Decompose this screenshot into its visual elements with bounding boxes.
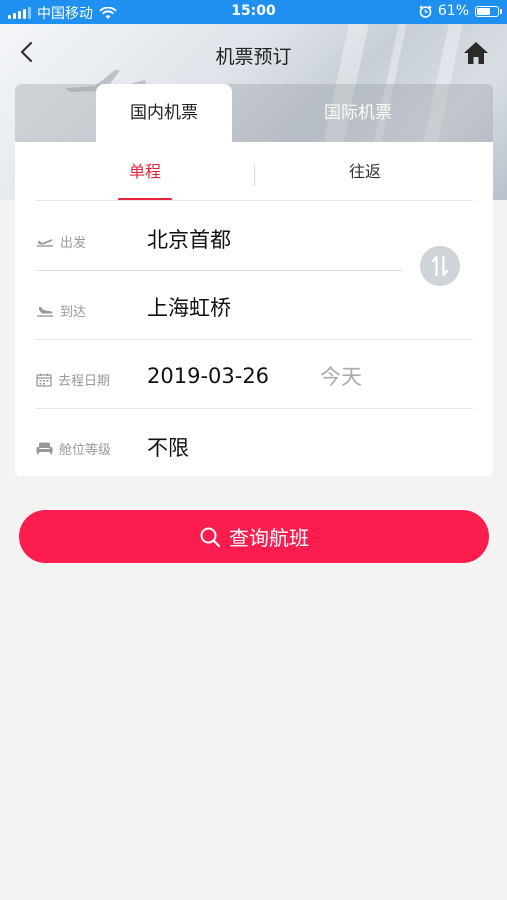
divider — [36, 339, 473, 340]
booking-card: 单程 往返 出发 北京首都 到达 上海虹桥 去程日期 2019-03-26 今天… — [15, 142, 493, 476]
search-icon — [200, 527, 221, 547]
departure-city[interactable]: 北京首都 — [147, 224, 231, 254]
status-bar: 中国移动 15:00 61% — [0, 0, 507, 24]
search-button-label: 查询航班 — [229, 526, 309, 550]
home-icon[interactable] — [463, 41, 489, 65]
today-indicator: 今天 — [320, 365, 362, 389]
flight-type-tabs: 国内机票 国际机票 — [15, 84, 493, 142]
alarm-icon — [419, 4, 432, 18]
landing-icon — [37, 306, 53, 317]
divider — [254, 164, 255, 186]
cabin-class[interactable]: 不限 — [147, 432, 189, 462]
takeoff-icon — [37, 238, 53, 247]
swap-cities-icon[interactable] — [420, 246, 460, 286]
navigation-bar: 机票预订 — [0, 24, 507, 84]
departure-label: 出发 — [36, 232, 86, 251]
page-title: 机票预订 — [215, 46, 292, 68]
departure-date[interactable]: 2019-03-26 — [147, 364, 269, 388]
divider — [36, 200, 473, 201]
tab-one-way[interactable]: 单程 — [105, 142, 185, 200]
battery-icon — [475, 5, 502, 17]
tab-international-flights[interactable]: 国际机票 — [285, 84, 431, 142]
arrival-city[interactable]: 上海虹桥 — [147, 292, 231, 322]
divider — [36, 270, 402, 271]
arrival-label: 到达 — [36, 301, 86, 320]
date-label: 去程日期 — [36, 370, 110, 389]
battery-percent: 61% — [437, 3, 469, 19]
divider — [36, 408, 473, 409]
seat-icon — [36, 442, 53, 455]
calendar-icon — [36, 373, 52, 387]
tab-round-trip[interactable]: 往返 — [315, 142, 415, 200]
tab-domestic-flights[interactable]: 国内机票 — [96, 84, 232, 142]
cabin-label: 舱位等级 — [36, 439, 111, 458]
search-flights-button[interactable]: 查询航班 — [19, 510, 489, 563]
